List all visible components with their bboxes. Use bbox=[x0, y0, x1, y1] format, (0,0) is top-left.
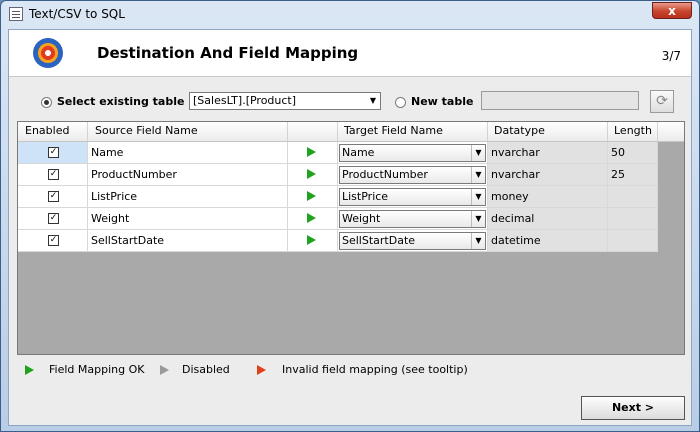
chevron-down-icon: ▼ bbox=[471, 145, 485, 161]
target-field-value: Weight bbox=[342, 212, 381, 225]
mapping-ok-icon bbox=[307, 169, 316, 179]
status-cell bbox=[288, 208, 338, 230]
legend-ok-label: Field Mapping OK bbox=[49, 363, 145, 376]
mapping-ok-legend-icon bbox=[25, 365, 34, 375]
refresh-icon: ⟳ bbox=[656, 93, 668, 109]
existing-table-select[interactable]: [SalesLT].[Product] ▼ bbox=[189, 92, 381, 110]
table-row[interactable]: ✓ Name Name ▼ nvarchar 50 bbox=[18, 142, 658, 164]
select-existing-label[interactable]: Select existing table bbox=[57, 95, 184, 108]
refresh-button[interactable]: ⟳ bbox=[650, 90, 674, 113]
enabled-cell: ✓ bbox=[18, 164, 88, 186]
enabled-checkbox[interactable]: ✓ bbox=[48, 235, 59, 246]
title-bar[interactable]: Text/CSV to SQL x bbox=[1, 1, 699, 27]
enabled-cell: ✓ bbox=[18, 208, 88, 230]
target-field-select[interactable]: ProductNumber ▼ bbox=[339, 166, 486, 184]
status-cell bbox=[288, 164, 338, 186]
status-cell bbox=[288, 142, 338, 164]
target-logo-icon bbox=[33, 38, 63, 68]
target-field-value: Name bbox=[342, 146, 375, 159]
source-field: ListPrice bbox=[88, 186, 288, 208]
new-table-label[interactable]: New table bbox=[411, 95, 473, 108]
target-field-value: ProductNumber bbox=[342, 168, 428, 181]
wizard-header: Destination And Field Mapping 3/7 bbox=[9, 30, 691, 77]
target-cell: ListPrice ▼ bbox=[338, 186, 488, 208]
target-field-select[interactable]: Weight ▼ bbox=[339, 210, 486, 228]
window-title: Text/CSV to SQL bbox=[29, 7, 125, 21]
mapping-ok-icon bbox=[307, 235, 316, 245]
header-source[interactable]: Source Field Name bbox=[88, 122, 288, 141]
target-cell: SellStartDate ▼ bbox=[338, 230, 488, 252]
table-row[interactable]: ✓ ListPrice ListPrice ▼ money bbox=[18, 186, 658, 208]
main-window: Text/CSV to SQL x Destination And Field … bbox=[0, 0, 700, 432]
field-mapping-grid[interactable]: Enabled Source Field Name Target Field N… bbox=[17, 121, 685, 355]
enabled-cell: ✓ bbox=[18, 186, 88, 208]
invalid-legend-icon bbox=[257, 365, 266, 375]
datatype-cell: nvarchar bbox=[488, 164, 608, 186]
wizard-panel: Destination And Field Mapping 3/7 Select… bbox=[8, 29, 692, 426]
enabled-cell: ✓ bbox=[18, 142, 88, 164]
step-indicator: 3/7 bbox=[661, 49, 681, 63]
target-field-select[interactable]: ListPrice ▼ bbox=[339, 188, 486, 206]
target-field-select[interactable]: Name ▼ bbox=[339, 144, 486, 162]
new-table-input[interactable] bbox=[481, 91, 639, 110]
header-target[interactable]: Target Field Name bbox=[338, 122, 488, 141]
page-title: Destination And Field Mapping bbox=[97, 44, 359, 62]
header-length[interactable]: Length bbox=[608, 122, 658, 141]
datatype-cell: decimal bbox=[488, 208, 608, 230]
target-field-value: SellStartDate bbox=[342, 234, 416, 247]
enabled-checkbox[interactable]: ✓ bbox=[48, 213, 59, 224]
enabled-checkbox[interactable]: ✓ bbox=[48, 191, 59, 202]
chevron-down-icon: ▼ bbox=[471, 233, 485, 249]
enabled-cell: ✓ bbox=[18, 230, 88, 252]
length-cell bbox=[608, 208, 658, 230]
source-field: SellStartDate bbox=[88, 230, 288, 252]
header-enabled[interactable]: Enabled bbox=[18, 122, 88, 141]
target-cell: ProductNumber ▼ bbox=[338, 164, 488, 186]
source-field: Weight bbox=[88, 208, 288, 230]
status-cell bbox=[288, 186, 338, 208]
target-field-select[interactable]: SellStartDate ▼ bbox=[339, 232, 486, 250]
header-datatype[interactable]: Datatype bbox=[488, 122, 608, 141]
close-button[interactable]: x bbox=[652, 2, 692, 19]
status-cell bbox=[288, 230, 338, 252]
target-cell: Name ▼ bbox=[338, 142, 488, 164]
datatype-cell: datetime bbox=[488, 230, 608, 252]
legend-disabled-label: Disabled bbox=[182, 363, 230, 376]
mapping-ok-icon bbox=[307, 147, 316, 157]
existing-table-value: [SalesLT].[Product] bbox=[193, 94, 297, 107]
length-cell bbox=[608, 186, 658, 208]
target-field-value: ListPrice bbox=[342, 190, 389, 203]
chevron-down-icon: ▼ bbox=[369, 96, 377, 105]
legend-invalid-label: Invalid field mapping (see tooltip) bbox=[282, 363, 468, 376]
table-row[interactable]: ✓ Weight Weight ▼ decimal bbox=[18, 208, 658, 230]
select-existing-radio[interactable] bbox=[41, 97, 52, 108]
mapping-ok-icon bbox=[307, 213, 316, 223]
new-table-radio[interactable] bbox=[395, 97, 406, 108]
enabled-checkbox[interactable]: ✓ bbox=[48, 147, 59, 158]
header-status[interactable] bbox=[288, 122, 338, 141]
disabled-legend-icon bbox=[160, 365, 169, 375]
mapping-ok-icon bbox=[307, 191, 316, 201]
app-icon bbox=[9, 7, 23, 21]
length-cell: 25 bbox=[608, 164, 658, 186]
datatype-cell: money bbox=[488, 186, 608, 208]
grid-header: Enabled Source Field Name Target Field N… bbox=[18, 122, 684, 142]
length-cell bbox=[608, 230, 658, 252]
datatype-cell: nvarchar bbox=[488, 142, 608, 164]
chevron-down-icon: ▼ bbox=[471, 167, 485, 183]
table-row[interactable]: ✓ SellStartDate SellStartDate ▼ datetime bbox=[18, 230, 658, 252]
chevron-down-icon: ▼ bbox=[471, 189, 485, 205]
source-field: ProductNumber bbox=[88, 164, 288, 186]
target-cell: Weight ▼ bbox=[338, 208, 488, 230]
source-field: Name bbox=[88, 142, 288, 164]
chevron-down-icon: ▼ bbox=[471, 211, 485, 227]
enabled-checkbox[interactable]: ✓ bbox=[48, 169, 59, 180]
next-button[interactable]: Next > bbox=[581, 396, 685, 420]
table-row[interactable]: ✓ ProductNumber ProductNumber ▼ nvarchar … bbox=[18, 164, 658, 186]
length-cell: 50 bbox=[608, 142, 658, 164]
